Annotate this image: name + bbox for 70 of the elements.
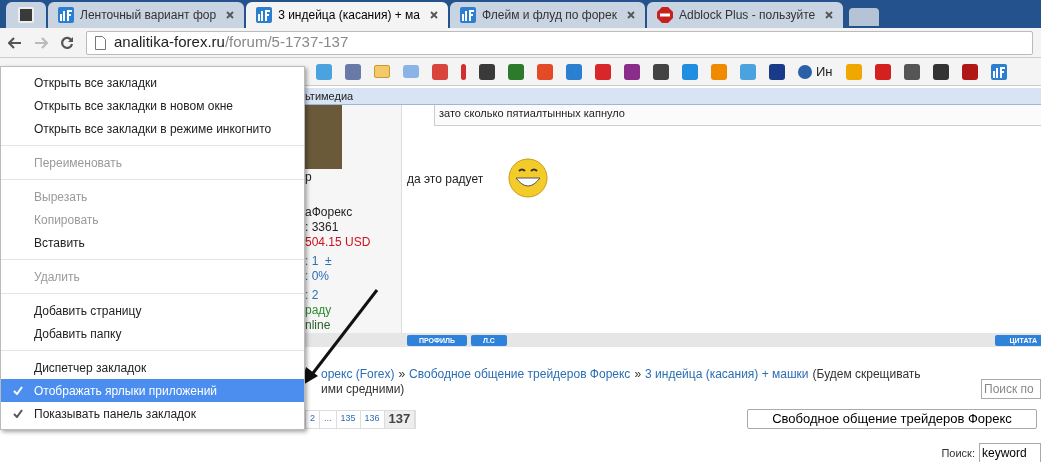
bookmark-icon[interactable] — [595, 63, 611, 80]
bar-chart-logo-icon — [460, 7, 477, 23]
checkmark-icon — [12, 409, 23, 418]
breadcrumb-separator: » — [634, 367, 642, 382]
url-text: analitika-forex.ru/forum/5-1737-137 — [114, 32, 349, 53]
close-icon[interactable] — [226, 11, 235, 19]
page-link[interactable]: 137 — [384, 410, 416, 428]
author-info-text: 504.15 USD — [305, 235, 372, 250]
bookmark-icon[interactable] — [624, 63, 640, 80]
menu-item[interactable]: Диспетчер закладок — [1, 356, 304, 379]
browser-tab[interactable]: 3 индейца (касания) + ма — [246, 2, 449, 28]
close-icon[interactable] — [626, 11, 635, 19]
breadcrumb-separator: » — [398, 367, 406, 382]
menu-item[interactable]: Открыть все закладки в новом окне — [1, 94, 304, 117]
author-info-text: nline — [305, 318, 332, 333]
menu-item[interactable]: Добавить страницу — [1, 299, 304, 322]
author-info-text: раду — [305, 303, 333, 318]
section-bar: ьтимедиа — [305, 88, 1041, 105]
app-logo-icon — [18, 7, 34, 23]
stop-sign-icon — [656, 7, 673, 23]
keyword-field[interactable]: keyword — [979, 443, 1041, 462]
grinning-smiley-icon — [507, 158, 550, 200]
search-label: Поиск: — [941, 445, 975, 461]
pinned-tab[interactable] — [6, 2, 46, 28]
bar-chart-logo-icon — [58, 7, 74, 23]
author-info-text: : 2 — [305, 288, 320, 303]
forum-dropdown[interactable]: Свободное общение трейдеров Форекс — [747, 409, 1037, 429]
author-info-text: аФорекс — [305, 205, 354, 220]
page-icon — [95, 35, 106, 50]
breadcrumb-link[interactable]: 3 индейца (касания) + машки — [645, 367, 809, 382]
menu-item[interactable]: Вставить — [1, 231, 304, 254]
tab-title: 3 индейца (касания) + ма — [278, 7, 421, 24]
topic-subtitle: ими средними) — [321, 382, 406, 397]
bookmark-icon[interactable] — [508, 63, 524, 80]
search-field[interactable]: Поиск по — [981, 379, 1041, 399]
bookmark-icon[interactable] — [653, 63, 669, 80]
menu-item[interactable]: Показывать панель закладок — [1, 402, 304, 425]
bookmark-icon[interactable] — [479, 63, 495, 80]
bookmark-icon[interactable] — [769, 63, 785, 80]
browser-tab[interactable]: Adblock Plus - пользуйте — [646, 2, 844, 28]
message-text: да это радует — [407, 171, 484, 188]
quote-box: зато сколько пятиалтынных капнуло — [434, 105, 1041, 126]
tab-title: Ленточный вариант фор — [80, 7, 217, 24]
bookmark-link[interactable]: Ин — [798, 61, 833, 82]
menu-item[interactable]: Открыть все закладки — [1, 71, 304, 94]
back-icon[interactable] — [8, 36, 22, 49]
author-info-text: р — [305, 170, 313, 185]
browser-tab[interactable]: Ленточный вариант фор — [48, 2, 245, 28]
bar-chart-logo-icon — [990, 63, 1007, 80]
checkmark-icon — [12, 386, 23, 395]
author-info-text: : 0% — [305, 269, 330, 284]
browser-tab[interactable]: Флейм и флуд по форек — [450, 2, 645, 28]
breadcrumb-link[interactable]: орекс (Forex) — [321, 367, 395, 382]
topic-subtitle: (Будем скрещивать — [812, 367, 921, 382]
menu-item[interactable]: Добавить папку — [1, 322, 304, 345]
tab-title: Флейм и флуд по форек — [482, 7, 617, 24]
bookmark-icon[interactable] — [903, 63, 920, 80]
close-icon[interactable] — [825, 11, 834, 19]
close-icon[interactable] — [430, 11, 439, 19]
reload-icon[interactable] — [60, 35, 74, 50]
avatar-photo — [305, 105, 342, 169]
tab-title: Adblock Plus - пользуйте — [678, 7, 816, 24]
bar-chart-logo-icon — [256, 7, 273, 23]
breadcrumb-link[interactable]: Свободное общение трейдеров Форекс — [409, 367, 631, 382]
address-field[interactable]: analitika-forex.ru/forum/5-1737-137 — [86, 30, 1033, 55]
bookmark-icon[interactable] — [961, 63, 978, 80]
new-tab-button[interactable] — [849, 8, 880, 26]
menu-item[interactable]: Открыть все закладки в режиме инкогнито — [1, 117, 304, 140]
author-info-text: : 3361 — [305, 220, 340, 235]
author-info-text: : 1 ± — [305, 254, 333, 269]
